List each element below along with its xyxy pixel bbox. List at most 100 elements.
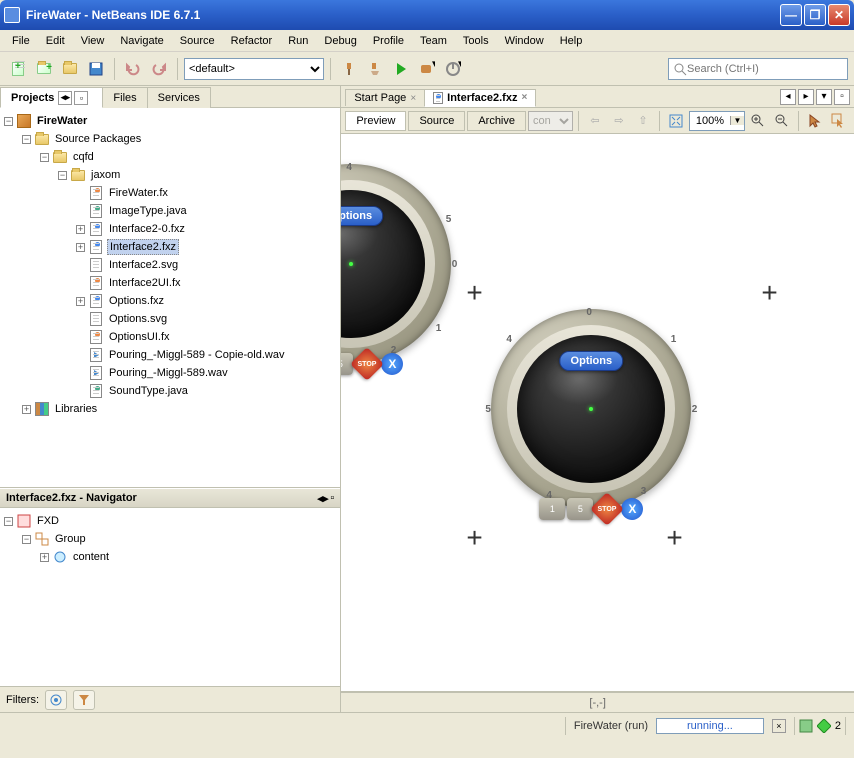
dial-x-button[interactable]: X	[381, 353, 403, 375]
menu-tools[interactable]: Tools	[455, 33, 497, 49]
zoom-select[interactable]: ▼	[689, 111, 745, 131]
subtab-archive[interactable]: Archive	[467, 111, 526, 131]
new-project-button[interactable]	[32, 57, 56, 81]
dial-gauge-2[interactable]: 0 1 2 3 4 5 4 Options 1 5 STOP X	[491, 309, 691, 509]
menu-file[interactable]: File	[4, 33, 38, 49]
options-button[interactable]: Options	[341, 206, 383, 226]
preview-canvas[interactable]: 4 5 0 1 2 Options 1 5 STOP X + + + +	[341, 134, 854, 692]
expand-toggle[interactable]: +	[22, 405, 31, 414]
search-box[interactable]	[668, 58, 848, 80]
tab-files[interactable]: Files	[102, 87, 147, 108]
expand-toggle[interactable]: −	[58, 171, 67, 180]
status-icon-2[interactable]	[817, 719, 831, 733]
options-button[interactable]: Options	[560, 351, 624, 371]
archive-select[interactable]: con	[528, 111, 573, 131]
expand-toggle[interactable]: +	[40, 553, 49, 562]
dial-x-button[interactable]: X	[621, 498, 643, 520]
expand-toggle[interactable]: +	[76, 297, 85, 306]
debug-button[interactable]: ▾	[415, 57, 439, 81]
menu-profile[interactable]: Profile	[365, 33, 412, 49]
menu-navigate[interactable]: Navigate	[112, 33, 171, 49]
minimize-navigator-icon[interactable]: ◂▸	[317, 492, 328, 505]
tree-node[interactable]: jaxom	[89, 168, 122, 182]
tree-file[interactable]: Pouring_-Miggl-589.wav	[107, 366, 230, 380]
tree-file[interactable]: FireWater.fx	[107, 186, 170, 200]
nav-right-button[interactable]: ⇨	[608, 110, 630, 132]
maximize-button[interactable]: ❐	[804, 4, 826, 26]
fit-button[interactable]	[665, 110, 687, 132]
expand-toggle[interactable]: +	[76, 243, 85, 252]
tab-services[interactable]: Services	[147, 87, 211, 108]
subtab-source[interactable]: Source	[408, 111, 465, 131]
nav-back-button[interactable]: ◂	[780, 89, 796, 105]
expand-toggle[interactable]: −	[4, 117, 13, 126]
dial-button-5[interactable]: 5	[567, 498, 593, 520]
menu-view[interactable]: View	[73, 33, 113, 49]
tree-file[interactable]: Options.svg	[107, 312, 169, 326]
config-select[interactable]: <default>	[184, 58, 324, 80]
menu-run[interactable]: Run	[280, 33, 316, 49]
new-file-button[interactable]	[6, 57, 30, 81]
tree-file[interactable]: ImageType.java	[107, 204, 189, 218]
menu-team[interactable]: Team	[412, 33, 455, 49]
tree-file[interactable]: Interface2UI.fx	[107, 276, 183, 290]
clean-build-button[interactable]	[363, 57, 387, 81]
profile-button[interactable]: ▾	[441, 57, 465, 81]
expand-toggle[interactable]: −	[22, 535, 31, 544]
nav-content[interactable]: content	[71, 550, 111, 564]
highlight-tool-button[interactable]	[828, 110, 850, 132]
tree-root[interactable]: FireWater	[35, 114, 89, 128]
close-tab-icon[interactable]: ×	[410, 93, 416, 104]
tree-libraries[interactable]: Libraries	[53, 402, 99, 416]
close-tab-icon[interactable]: ×	[521, 92, 527, 103]
tree-file[interactable]: Interface2-0.fxz	[107, 222, 187, 236]
navigator-tree[interactable]: −FXD −Group +content	[0, 508, 340, 686]
expand-toggle[interactable]: −	[40, 153, 49, 162]
subtab-preview[interactable]: Preview	[345, 111, 406, 131]
run-button[interactable]	[389, 57, 413, 81]
tree-file[interactable]: OptionsUI.fx	[107, 330, 172, 344]
status-icon-1[interactable]	[799, 719, 813, 733]
tree-node[interactable]: cqfd	[71, 150, 96, 164]
minimize-panel-icon[interactable]: ◂▸	[58, 91, 72, 105]
tab-projects[interactable]: Projects ◂▸▫	[0, 87, 103, 108]
close-button[interactable]: ✕	[828, 4, 850, 26]
menu-debug[interactable]: Debug	[316, 33, 364, 49]
tree-file-selected[interactable]: Interface2.fxz	[107, 239, 179, 255]
build-button[interactable]	[337, 57, 361, 81]
undo-button[interactable]	[121, 57, 145, 81]
search-input[interactable]	[687, 63, 843, 75]
nav-group[interactable]: Group	[53, 532, 88, 546]
menu-window[interactable]: Window	[497, 33, 552, 49]
menu-source[interactable]: Source	[172, 33, 223, 49]
dial-button-1[interactable]: 1	[539, 498, 565, 520]
close-navigator-icon[interactable]: ▫	[330, 492, 334, 505]
redo-button[interactable]	[147, 57, 171, 81]
tree-file[interactable]: Interface2.svg	[107, 258, 180, 272]
expand-toggle[interactable]: −	[22, 135, 31, 144]
project-tree[interactable]: −FireWater −Source Packages −cqfd −jaxom…	[0, 108, 340, 488]
minimize-button[interactable]: —	[780, 4, 802, 26]
zoom-in-button[interactable]	[747, 110, 769, 132]
open-project-button[interactable]	[58, 57, 82, 81]
zoom-dropdown-icon[interactable]: ▼	[730, 116, 744, 125]
menu-refactor[interactable]: Refactor	[223, 33, 281, 49]
filter-button-2[interactable]	[73, 690, 95, 710]
nav-up-button[interactable]: ⇧	[632, 110, 654, 132]
nav-forward-button[interactable]: ▸	[798, 89, 814, 105]
expand-toggle[interactable]: +	[76, 225, 85, 234]
dial-stop-button[interactable]: STOP	[590, 492, 624, 526]
tree-file[interactable]: SoundType.java	[107, 384, 190, 398]
tree-node[interactable]: Source Packages	[53, 132, 143, 146]
tab-start-page[interactable]: Start Page×	[345, 89, 425, 106]
menu-help[interactable]: Help	[552, 33, 591, 49]
close-panel-icon[interactable]: ▫	[74, 91, 88, 105]
cancel-task-button[interactable]: ×	[772, 719, 786, 733]
tree-file[interactable]: Pouring_-Miggl-589 - Copie-old.wav	[107, 348, 286, 362]
tab-interface2[interactable]: Interface2.fxz×	[424, 89, 536, 107]
tree-file[interactable]: Options.fxz	[107, 294, 166, 308]
dropdown-button[interactable]: ▾	[816, 89, 832, 105]
select-tool-button[interactable]	[804, 110, 826, 132]
dial-stop-button[interactable]: STOP	[350, 347, 384, 381]
status-progress[interactable]: running...	[656, 718, 764, 734]
